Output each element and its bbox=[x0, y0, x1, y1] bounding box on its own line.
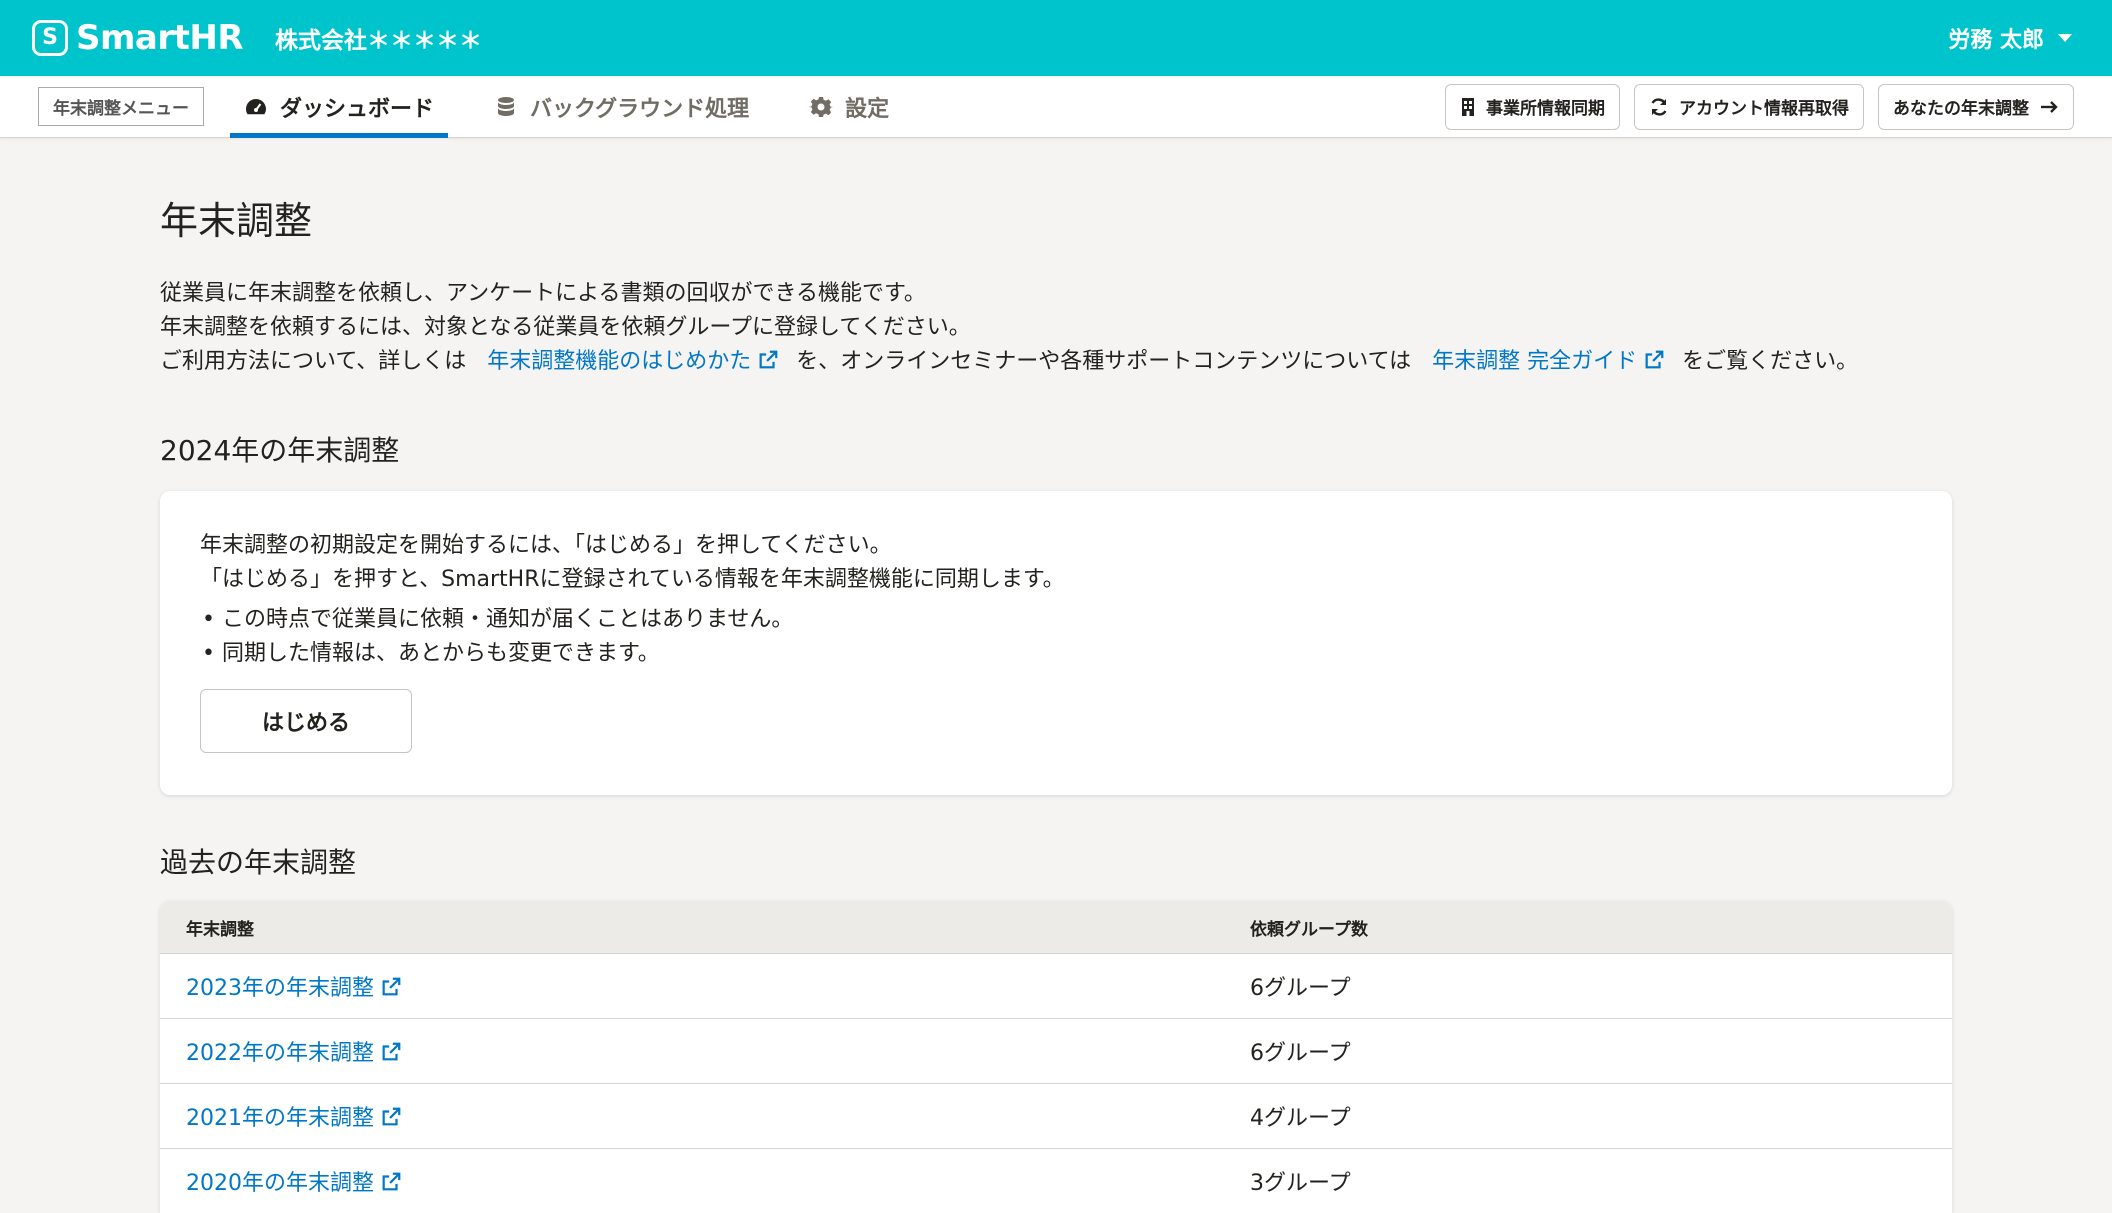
gear-icon bbox=[809, 96, 834, 117]
my-year-end-button[interactable]: あなたの年末調整 bbox=[1878, 83, 2074, 130]
link-text: 年末調整 完全ガイド bbox=[1432, 349, 1638, 374]
year-link[interactable]: 2021年の年末調整 bbox=[186, 1106, 402, 1131]
link-text: 年末調整機能のはじめかた bbox=[487, 349, 752, 374]
table-row: 2020年の年末調整 3グループ bbox=[160, 1148, 1952, 1213]
logo-text: SmartHR bbox=[76, 18, 244, 58]
complete-guide-link[interactable]: 年末調整 完全ガイド bbox=[1432, 349, 1665, 374]
tab-dashboard[interactable]: ダッシュボード bbox=[230, 76, 449, 138]
external-link-icon bbox=[759, 350, 778, 369]
tab-background-jobs[interactable]: バックグラウンド処理 bbox=[480, 76, 763, 138]
external-link-icon bbox=[1645, 350, 1664, 369]
page-description: 従業員に年末調整を依頼し、アンケートによる書類の回収ができる機能です。 年末調整… bbox=[160, 277, 1952, 379]
database-icon bbox=[498, 96, 515, 116]
tab-label: 設定 bbox=[845, 96, 890, 122]
sync-office-button[interactable]: 事業所情報同期 bbox=[1445, 83, 1620, 130]
description-text: をご覧ください。 bbox=[1682, 349, 1859, 374]
link-text: 2020年の年末調整 bbox=[186, 1171, 374, 1196]
description-line: 年末調整を依頼するには、対象となる従業員を依頼グループに登録してください。 bbox=[160, 315, 971, 340]
group-count: 3グループ bbox=[1250, 1171, 1351, 1196]
chevron-down-icon bbox=[2058, 34, 2072, 42]
past-years-heading: 過去の年末調整 bbox=[160, 846, 357, 879]
page-title: 年末調整 bbox=[160, 199, 313, 243]
table-row: 2022年の年末調整 6グループ bbox=[160, 1018, 1952, 1083]
tab-label: ダッシュボード bbox=[280, 96, 435, 122]
card-text: 年末調整の初期設定を開始するには、「はじめる」を押してください。 bbox=[200, 533, 892, 558]
table-header: 年末調整 依頼グループ数 bbox=[160, 901, 1952, 953]
description-text: を、オンラインセミナーや各種サポートコンテンツについては bbox=[796, 349, 1412, 374]
column-header: 依頼グループ数 bbox=[1250, 919, 1368, 940]
group-count: 4グループ bbox=[1250, 1106, 1351, 1131]
past-years-table: 年末調整 依頼グループ数 2023年の年末調整 6グループ 2022年の年末調整… bbox=[160, 901, 1952, 1213]
start-button[interactable]: はじめる bbox=[200, 689, 412, 753]
top-bar: S SmartHR 株式会社＊＊＊＊＊ 労務 太郎 bbox=[0, 0, 2112, 76]
company-name: 株式会社＊＊＊＊＊ bbox=[275, 28, 483, 54]
header-actions: 事業所情報同期 アカウント情報再取得 あなたの年末調整 bbox=[1445, 83, 2074, 130]
list-item: 同期した情報は、あとからも変更できます。 bbox=[200, 637, 1912, 671]
refetch-account-button[interactable]: アカウント情報再取得 bbox=[1634, 83, 1864, 130]
tab-list: ダッシュボード バックグラウンド処理 設定 bbox=[230, 76, 935, 138]
external-link-icon bbox=[382, 977, 401, 996]
group-count: 6グループ bbox=[1250, 976, 1351, 1001]
menu-label: 年末調整メニュー bbox=[38, 87, 204, 126]
description-text: ご利用方法について、詳しくは bbox=[160, 349, 467, 374]
building-icon bbox=[1462, 97, 1474, 116]
external-link-icon bbox=[382, 1042, 401, 1061]
column-header: 年末調整 bbox=[186, 919, 254, 940]
group-count: 6グループ bbox=[1250, 1041, 1351, 1066]
start-card: 年末調整の初期設定を開始するには、「はじめる」を押してください。 「はじめる」を… bbox=[160, 491, 1952, 795]
year-link[interactable]: 2023年の年末調整 bbox=[186, 976, 402, 1001]
card-text: 「はじめる」を押すと、SmartHRに登録されている情報を年末調整機能に同期しま… bbox=[200, 567, 1065, 592]
refresh-icon bbox=[1651, 97, 1667, 116]
table-row: 2023年の年末調整 6グループ bbox=[160, 953, 1952, 1018]
main-content: 年末調整 従業員に年末調整を依頼し、アンケートによる書類の回収ができる機能です。… bbox=[160, 138, 1952, 1213]
link-text: 2022年の年末調整 bbox=[186, 1041, 374, 1066]
current-year-heading: 2024年の年末調整 bbox=[160, 434, 400, 467]
button-label: あなたの年末調整 bbox=[1893, 99, 2029, 118]
dashboard-icon bbox=[246, 98, 266, 114]
list-item: この時点で従業員に依頼・通知が届くことはありません。 bbox=[200, 603, 1912, 637]
year-link[interactable]: 2020年の年末調整 bbox=[186, 1171, 402, 1196]
button-label: 事業所情報同期 bbox=[1486, 99, 1605, 118]
external-link-icon bbox=[382, 1172, 401, 1191]
getting-started-link[interactable]: 年末調整機能のはじめかた bbox=[487, 349, 779, 374]
tab-settings[interactable]: 設定 bbox=[795, 76, 903, 138]
tab-label: バックグラウンド処理 bbox=[530, 96, 750, 122]
link-text: 2021年の年末調整 bbox=[186, 1106, 374, 1131]
year-link[interactable]: 2022年の年末調整 bbox=[186, 1041, 402, 1066]
notes-list: この時点で従業員に依頼・通知が届くことはありません。 同期した情報は、あとからも… bbox=[200, 603, 1912, 671]
table-row: 2021年の年末調整 4グループ bbox=[160, 1083, 1952, 1148]
description-line: 従業員に年末調整を依頼し、アンケートによる書類の回収ができる機能です。 bbox=[160, 281, 926, 306]
arrow-right-icon bbox=[2041, 100, 2058, 113]
external-link-icon bbox=[382, 1107, 401, 1126]
smarthr-logo[interactable]: S SmartHR bbox=[32, 18, 244, 58]
sub-navigation: 年末調整メニュー ダッシュボード バックグラウンド処理 設定 事業所情報同期 ア… bbox=[0, 76, 2112, 138]
logo-mark-icon: S bbox=[32, 20, 68, 56]
user-name: 労務 太郎 bbox=[1948, 28, 2044, 53]
button-label: アカウント情報再取得 bbox=[1679, 99, 1849, 118]
user-menu[interactable]: 労務 太郎 bbox=[1948, 22, 2080, 54]
link-text: 2023年の年末調整 bbox=[186, 976, 374, 1001]
description-line: ご利用方法について、詳しくは 年末調整機能のはじめかた を、オンラインセミナーや… bbox=[160, 345, 1952, 379]
